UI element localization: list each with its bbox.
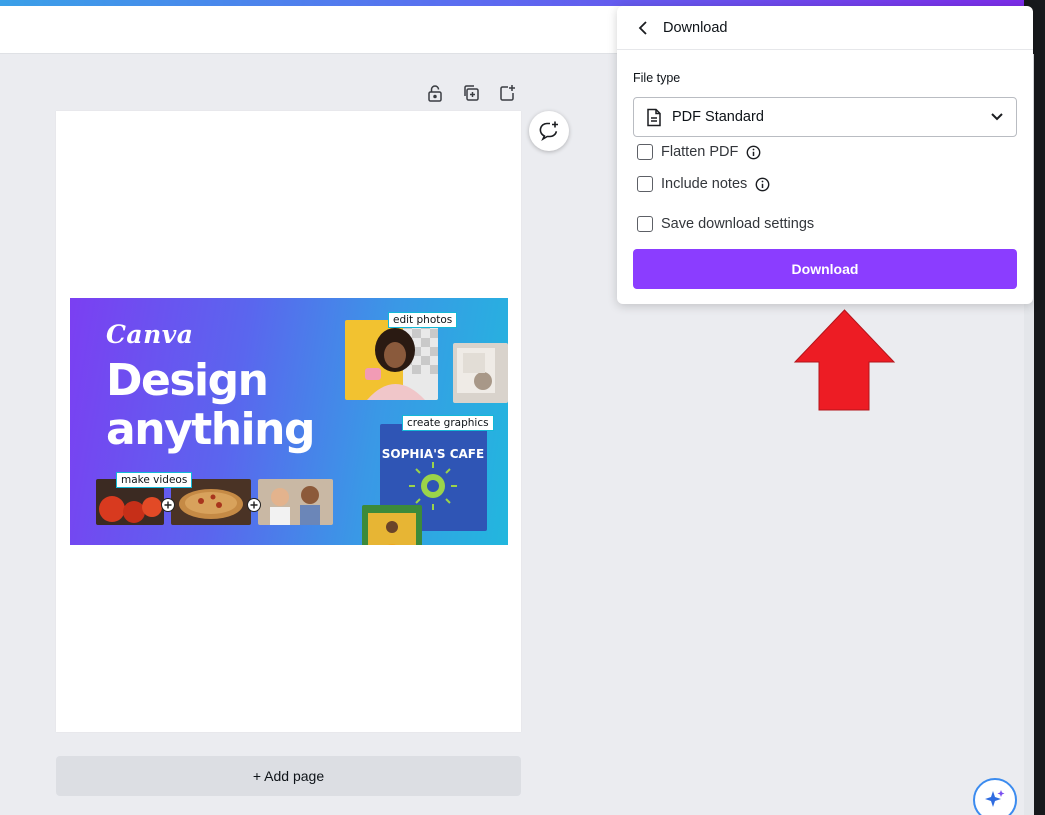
lock-icon[interactable]: [424, 82, 446, 104]
panel-title: Download: [663, 19, 728, 36]
still-life-photo: [453, 343, 508, 403]
flatten-pdf-checkbox[interactable]: [637, 144, 653, 160]
plus-icon: [247, 498, 261, 512]
info-icon[interactable]: [746, 145, 761, 160]
info-icon[interactable]: [755, 177, 770, 192]
portrait-photo: [345, 320, 438, 400]
tag-create-graphics: create graphics: [402, 415, 494, 431]
include-notes-checkbox[interactable]: [637, 176, 653, 192]
file-type-select[interactable]: PDF Standard: [633, 97, 1017, 137]
arrow-up-icon: [793, 309, 896, 411]
headline-line-1: Design: [106, 355, 269, 406]
canva-banner-image[interactable]: Canva Design anything edit photos SOPHIA…: [70, 298, 508, 545]
person-yellow-photo: [362, 505, 422, 545]
add-comment-icon: [539, 121, 558, 142]
save-download-settings-option: Save download settings: [637, 216, 814, 232]
back-button[interactable]: [633, 18, 653, 38]
canva-logo: Canva: [106, 320, 194, 349]
page-toolbar: [424, 82, 518, 104]
chevron-down-icon: [991, 113, 1003, 121]
download-panel: Download File type PDF Standard Flatten …: [617, 6, 1033, 304]
document-icon: [647, 108, 661, 126]
download-panel-header: Download: [617, 6, 1033, 50]
download-button[interactable]: Download: [633, 249, 1017, 289]
tag-edit-photos: edit photos: [388, 312, 458, 328]
file-type-value: PDF Standard: [672, 109, 764, 125]
include-notes-label: Include notes: [661, 176, 748, 192]
magic-sparkle-icon: [985, 790, 1005, 807]
chevron-left-icon: [638, 20, 647, 35]
magic-assistant-button[interactable]: [973, 778, 1017, 815]
file-type-label: File type: [633, 71, 681, 85]
add-page-icon[interactable]: [496, 82, 518, 104]
plus-icon: [161, 498, 175, 512]
duplicate-page-icon[interactable]: [460, 82, 482, 104]
flatten-pdf-label: Flatten PDF: [661, 144, 739, 160]
kids-video-thumb: [258, 479, 333, 525]
flatten-pdf-option: Flatten PDF: [637, 144, 761, 160]
headline: Design anything: [106, 355, 315, 455]
save-download-settings-label: Save download settings: [661, 216, 815, 232]
include-notes-option: Include notes: [637, 176, 770, 192]
tag-make-videos: make videos: [116, 472, 193, 488]
add-page-button[interactable]: + Add page: [56, 756, 521, 796]
cafe-logo-text: SOPHIA'S CAFE: [382, 447, 484, 461]
save-download-settings-checkbox[interactable]: [637, 216, 653, 232]
headline-line-2: anything: [106, 404, 315, 455]
add-comment-button[interactable]: [529, 111, 569, 151]
